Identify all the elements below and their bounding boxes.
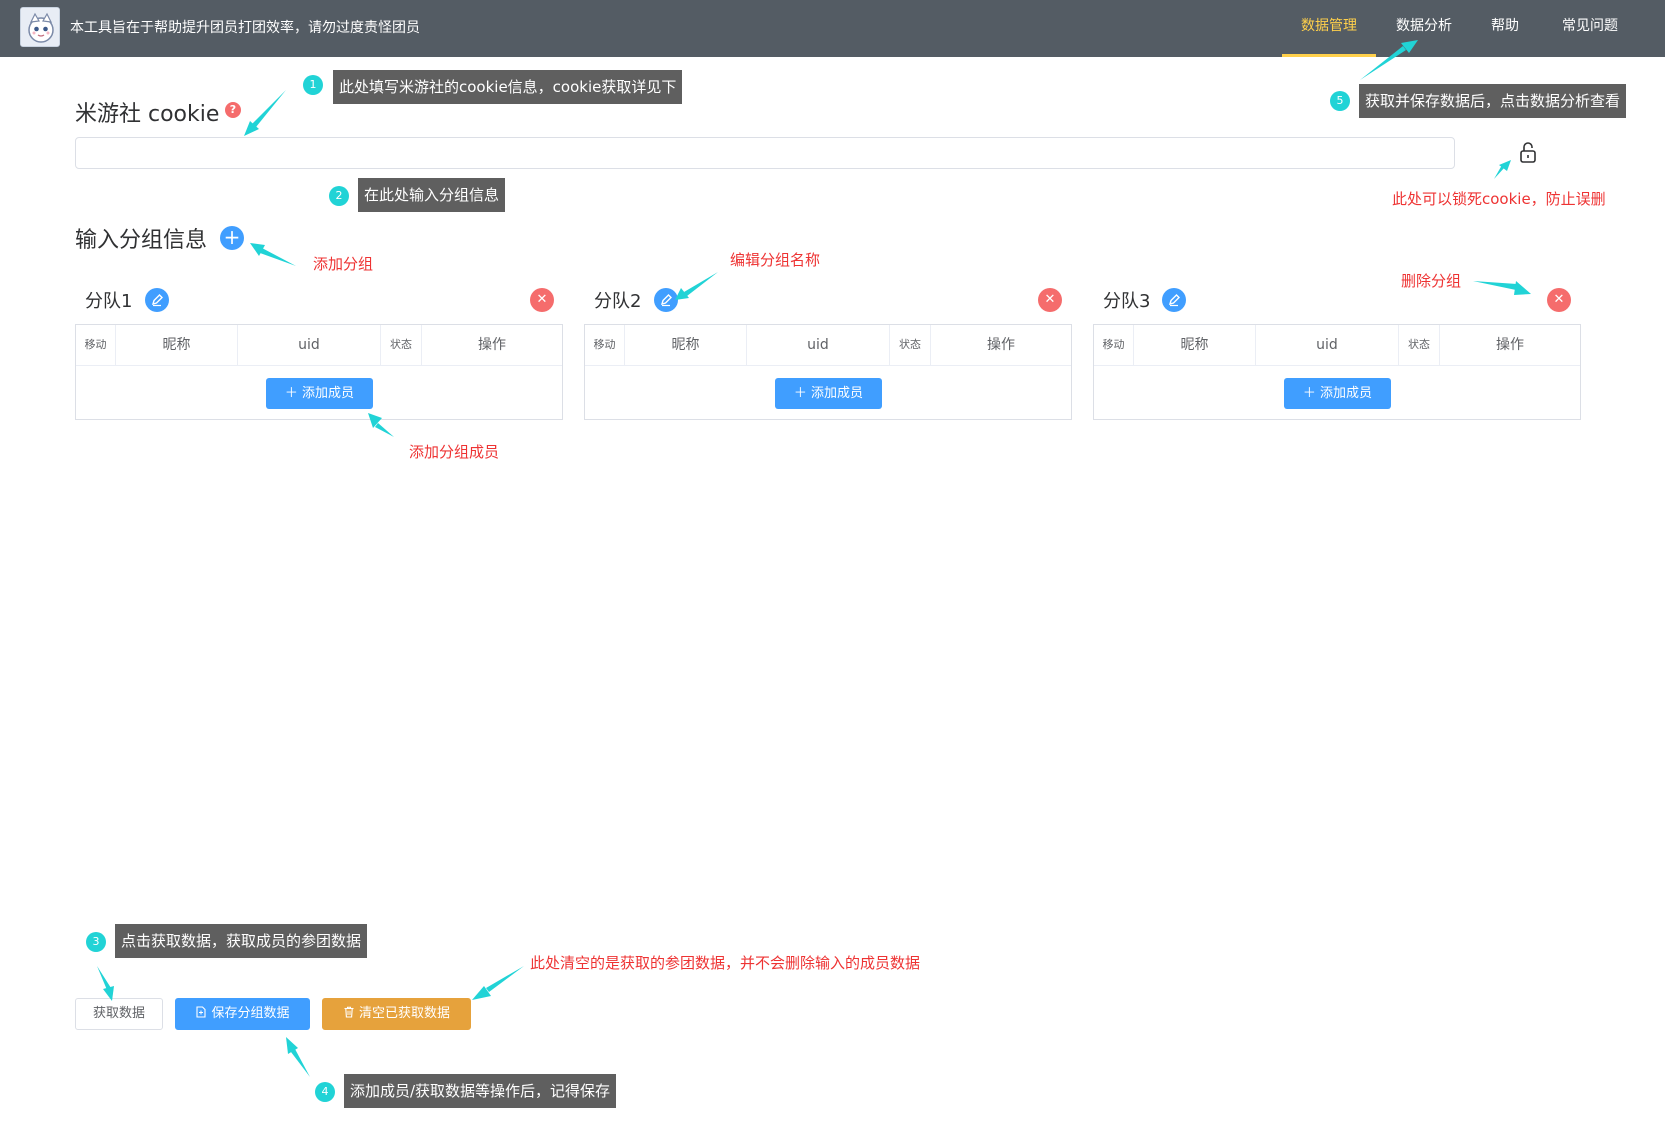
annotation-arrow <box>252 90 286 127</box>
character-avatar-icon <box>21 8 59 46</box>
annotation-tip: 获取并保存数据后，点击数据分析查看 <box>1359 84 1627 118</box>
trash-icon <box>344 1006 354 1018</box>
column-actions: 操作 <box>1496 337 1524 353</box>
edit-group-name-button[interactable] <box>1162 288 1186 312</box>
clear-button-label: 清空已获取数据 <box>358 1006 450 1021</box>
annotation-arrow <box>472 986 491 1000</box>
add-group-button[interactable]: + <box>220 226 244 250</box>
column-move: 移动 <box>585 325 625 365</box>
column-uid: uid <box>238 325 381 365</box>
column-move: 移动 <box>1094 325 1134 365</box>
annotation-arrow <box>1494 165 1505 179</box>
annotation-arrow <box>684 272 718 296</box>
add-member-button[interactable]: ＋ 添加成员 <box>775 378 882 409</box>
edit-group-note: 编辑分组名称 <box>730 251 821 269</box>
save-group-data-button[interactable]: 保存分组数据 <box>175 998 310 1030</box>
annotation-arrow <box>1514 281 1531 295</box>
annotation-arrow <box>291 1049 310 1077</box>
pencil-icon <box>1168 294 1180 307</box>
delete-group-note: 删除分组 <box>1401 272 1462 290</box>
group-name: 分队1 <box>85 291 133 312</box>
column-uid: uid <box>747 325 890 365</box>
annotation-tip: 点击获取数据，获取成员的参团数据 <box>115 924 368 958</box>
pencil-icon <box>660 294 672 307</box>
add-member-button[interactable]: ＋ 添加成员 <box>266 378 373 409</box>
step-badge: 3 <box>86 932 106 952</box>
annotation-arrow <box>244 121 259 136</box>
nav-data-analysis[interactable]: 数据分析 <box>1386 0 1462 57</box>
table-header-row: 移动 昵称 uid 状态 操作 <box>76 325 562 366</box>
add-member-note: 添加分组成员 <box>409 443 500 461</box>
column-move: 移动 <box>76 325 116 365</box>
group-name: 分队2 <box>594 291 642 312</box>
delete-group-button[interactable]: ✕ <box>1547 288 1571 312</box>
avatar <box>20 7 60 47</box>
step-badge: 1 <box>303 75 323 95</box>
annotation-tip: 此处填写米游社的cookie信息，cookie获取详见下 <box>333 70 683 104</box>
step-badge: 2 <box>329 186 349 206</box>
add-member-button[interactable]: ＋ 添加成员 <box>1284 378 1391 409</box>
table-header-row: 移动 昵称 uid 状态 操作 <box>585 325 1071 366</box>
save-button-label: 保存分组数据 <box>211 1006 290 1021</box>
column-uid: uid <box>1256 325 1399 365</box>
column-status: 状态 <box>890 325 931 365</box>
app-title: 本工具旨在于帮助提升团员打团效率，请勿过度责怪团员 <box>70 20 420 36</box>
delete-group-button[interactable]: ✕ <box>1038 288 1062 312</box>
pencil-icon <box>151 294 163 307</box>
fetch-data-button[interactable]: 获取数据 <box>75 998 163 1030</box>
close-circle-icon: ✕ <box>536 292 548 307</box>
column-actions: 操作 <box>987 337 1015 353</box>
group-member-table: 移动 昵称 uid 状态 操作 ＋ 添加成员 <box>75 324 563 420</box>
clear-fetched-data-button[interactable]: 清空已获取数据 <box>322 998 471 1030</box>
annotation-arrow <box>375 423 394 437</box>
unlock-icon[interactable] <box>1515 139 1541 165</box>
nav-help[interactable]: 帮助 <box>1475 0 1535 57</box>
column-nickname: 昵称 <box>116 325 238 365</box>
group-member-table: 移动 昵称 uid 状态 操作 ＋ 添加成员 <box>584 324 1072 420</box>
annotation-arrow <box>260 248 296 266</box>
group-member-table: 移动 昵称 uid 状态 操作 ＋ 添加成员 <box>1093 324 1581 420</box>
question-circle-icon[interactable]: ? <box>225 102 241 118</box>
step-badge: 5 <box>1330 91 1350 111</box>
clear-data-note: 此处清空的是获取的参团数据，并不会删除输入的成员数据 <box>530 954 921 972</box>
cookie-label: 米游社 cookie <box>75 102 220 127</box>
column-status: 状态 <box>1399 325 1440 365</box>
group-name: 分队3 <box>1103 291 1151 312</box>
annotation-arrow <box>286 1037 298 1054</box>
groups-section-title: 输入分组信息 <box>75 228 208 253</box>
annotation-tip: 在此处输入分组信息 <box>358 178 506 212</box>
nav-faq[interactable]: 常见问题 <box>1550 0 1630 57</box>
cookie-input[interactable] <box>75 137 1455 169</box>
annotation-arrow <box>1499 160 1511 171</box>
column-actions: 操作 <box>478 337 506 353</box>
annotation-arrow <box>97 966 111 990</box>
add-group-note: 添加分组 <box>313 255 374 273</box>
annotation-arrow <box>1473 281 1517 290</box>
annotation-arrow <box>486 966 524 992</box>
lock-note: 此处可以锁死cookie，防止误删 <box>1392 190 1606 208</box>
edit-group-name-button[interactable] <box>654 288 678 312</box>
annotation-tip: 添加成员/获取数据等操作后，记得保存 <box>344 1074 617 1108</box>
top-navbar: 本工具旨在于帮助提升团员打团效率，请勿过度责怪团员 数据管理 数据分析 帮助 常… <box>0 0 1665 57</box>
step-badge: 4 <box>315 1082 335 1102</box>
document-icon <box>196 1006 207 1018</box>
delete-group-button[interactable]: ✕ <box>530 288 554 312</box>
annotation-arrow <box>250 243 265 256</box>
edit-group-name-button[interactable] <box>145 288 169 312</box>
column-nickname: 昵称 <box>1134 325 1256 365</box>
table-header-row: 移动 昵称 uid 状态 操作 <box>1094 325 1580 366</box>
close-circle-icon: ✕ <box>1553 292 1565 307</box>
column-nickname: 昵称 <box>625 325 747 365</box>
nav-data-management[interactable]: 数据管理 <box>1282 0 1376 57</box>
close-circle-icon: ✕ <box>1044 292 1056 307</box>
column-status: 状态 <box>381 325 422 365</box>
plus-circle-icon: + <box>223 225 241 249</box>
